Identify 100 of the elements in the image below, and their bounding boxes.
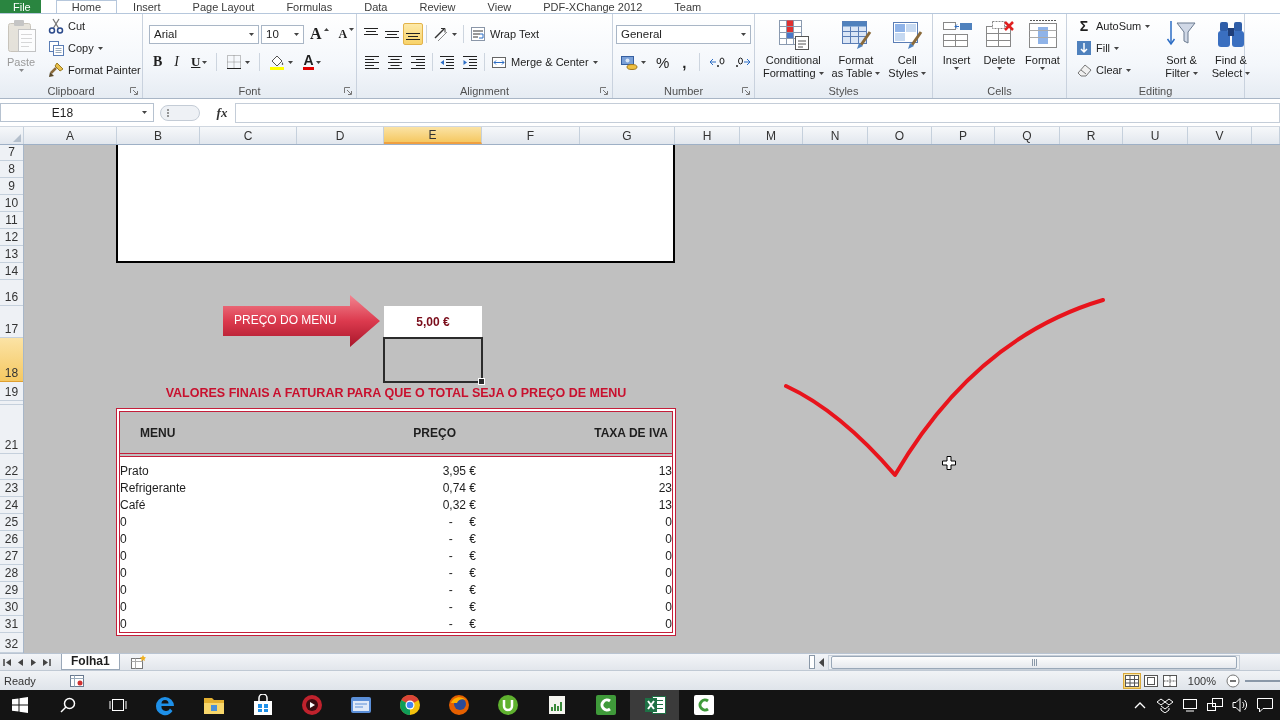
row-header[interactable]: 21: [0, 405, 23, 454]
cell-selection[interactable]: [383, 337, 483, 383]
row-header[interactable]: 22: [0, 454, 23, 480]
view-button[interactable]: [1141, 672, 1160, 689]
underline-button[interactable]: U: [187, 51, 212, 73]
row-header[interactable]: 9: [0, 178, 23, 195]
column-header[interactable]: M: [740, 127, 803, 144]
open-box-icon[interactable]: [1156, 697, 1173, 713]
name-box[interactable]: E18: [0, 103, 154, 122]
left-arrow-icon[interactable]: [819, 657, 825, 667]
column-header[interactable]: H: [675, 127, 740, 144]
dialog-launcher-icon[interactable]: [742, 86, 750, 95]
column-header[interactable]: V: [1188, 127, 1252, 144]
grow-font-button[interactable]: A: [306, 23, 333, 45]
next-icon[interactable]: [29, 657, 38, 667]
formula-input[interactable]: [235, 102, 1280, 123]
column-header[interactable]: U: [1123, 127, 1188, 144]
column-header[interactable]: G: [580, 127, 675, 144]
column-header[interactable]: E: [384, 127, 482, 144]
previous-icon[interactable]: [16, 657, 25, 667]
speaker-icon[interactable]: [1231, 697, 1248, 713]
format-painter-button[interactable]: Format Painter: [44, 59, 145, 81]
sort-filter-button[interactable]: Sort & Filter: [1162, 14, 1201, 82]
column-header[interactable]: N: [803, 127, 868, 144]
ribbon-tab[interactable]: Page Layout: [176, 0, 271, 13]
percent-button[interactable]: %: [652, 51, 674, 73]
ribbon-tab[interactable]: Insert: [117, 0, 177, 13]
file-tab[interactable]: File: [0, 0, 41, 13]
row-header[interactable]: 12: [0, 229, 23, 246]
font-name-dropdown[interactable]: Arial: [149, 24, 259, 44]
shrink-font-button[interactable]: A: [334, 23, 359, 45]
sheet-record-icon[interactable]: [68, 673, 85, 688]
ribbon-tab[interactable]: PDF-XChange 2012: [527, 0, 659, 13]
zoom-level[interactable]: 100%: [1187, 674, 1216, 687]
column-header[interactable]: Q: [995, 127, 1060, 144]
row-header[interactable]: 28: [0, 565, 23, 582]
column-header[interactable]: C: [200, 127, 297, 144]
sheet-tab[interactable]: Folha1: [61, 654, 120, 670]
row-header[interactable]: 14: [0, 263, 23, 280]
row-header[interactable]: 31: [0, 616, 23, 633]
merge-center-button[interactable]: Merge & Center: [488, 51, 601, 73]
ribbon-tab[interactable]: Data: [348, 0, 404, 13]
row-header[interactable]: 30: [0, 599, 23, 616]
view-button[interactable]: [1160, 672, 1179, 689]
row-header[interactable]: 24: [0, 497, 23, 514]
chevron-up-icon[interactable]: [1133, 701, 1146, 709]
cut-button[interactable]: Cut: [44, 15, 145, 37]
ribbon-tab[interactable]: Team: [658, 0, 718, 13]
insert-button[interactable]: Insert: [936, 14, 977, 82]
ribbon-tab[interactable]: Formulas: [270, 0, 349, 13]
row-header[interactable]: 29: [0, 582, 23, 599]
cell-styles-button[interactable]: Cell Styles: [885, 14, 930, 82]
row-header[interactable]: 19: [0, 382, 23, 401]
format-button[interactable]: Format: [1022, 14, 1063, 82]
fill-button[interactable]: Fill: [1072, 37, 1155, 59]
column-header[interactable]: O: [868, 127, 932, 144]
column-header[interactable]: A: [24, 127, 117, 144]
clear-button[interactable]: Clear: [1072, 59, 1155, 81]
first-icon[interactable]: [3, 657, 12, 667]
row-header[interactable]: 18: [0, 338, 23, 382]
insert-function-button[interactable]: fx: [212, 102, 232, 123]
taskbar-button[interactable]: [630, 690, 679, 720]
column-header[interactable]: P: [932, 127, 995, 144]
ribbon-tab[interactable]: View: [471, 0, 528, 13]
column-header[interactable]: F: [482, 127, 580, 144]
comma-button[interactable]: ,: [675, 51, 694, 73]
bottom-align-button[interactable]: [403, 23, 423, 45]
column-header[interactable]: B: [117, 127, 200, 144]
italic-button[interactable]: I: [168, 51, 185, 73]
row-header[interactable]: 10: [0, 195, 23, 212]
font-color-button[interactable]: A: [299, 51, 325, 73]
column-header[interactable]: R: [1060, 127, 1123, 144]
dialog-launcher-icon[interactable]: [344, 86, 352, 95]
overlapping-squares-icon[interactable]: [1206, 698, 1223, 712]
message-icon[interactable]: [1256, 697, 1273, 713]
copy-button[interactable]: Copy: [44, 37, 145, 59]
number-format-dropdown[interactable]: General: [616, 24, 751, 44]
autosum-button[interactable]: Σ AutoSum: [1072, 15, 1155, 37]
conditional-formatting-button[interactable]: Conditional Formatting: [760, 14, 827, 82]
dialog-launcher-icon[interactable]: [600, 86, 608, 95]
font-size-dropdown[interactable]: 10: [261, 24, 304, 44]
view-button[interactable]: [1122, 672, 1141, 689]
monitor-icon[interactable]: [1181, 698, 1198, 712]
find-select-button[interactable]: Find & Select: [1208, 14, 1254, 82]
row-header[interactable]: 11: [0, 212, 23, 229]
minus-circle-icon[interactable]: [1226, 673, 1240, 688]
row-header[interactable]: 27: [0, 548, 23, 565]
sheet-star-icon[interactable]: [129, 655, 147, 669]
split-handle[interactable]: [809, 655, 815, 669]
format-as-table-button[interactable]: Format as Table: [828, 14, 884, 82]
ribbon-tab[interactable]: Home: [55, 0, 118, 13]
last-icon[interactable]: [42, 657, 51, 667]
row-header[interactable]: 13: [0, 246, 23, 263]
bold-button[interactable]: B: [149, 51, 167, 73]
row-header[interactable]: 23: [0, 480, 23, 497]
ribbon-tab[interactable]: Review: [403, 0, 472, 13]
wrap-text-button[interactable]: Wrap Text: [467, 23, 543, 45]
row-header[interactable]: 25: [0, 514, 23, 531]
row-header[interactable]: 26: [0, 531, 23, 548]
row-header[interactable]: 8: [0, 161, 23, 178]
